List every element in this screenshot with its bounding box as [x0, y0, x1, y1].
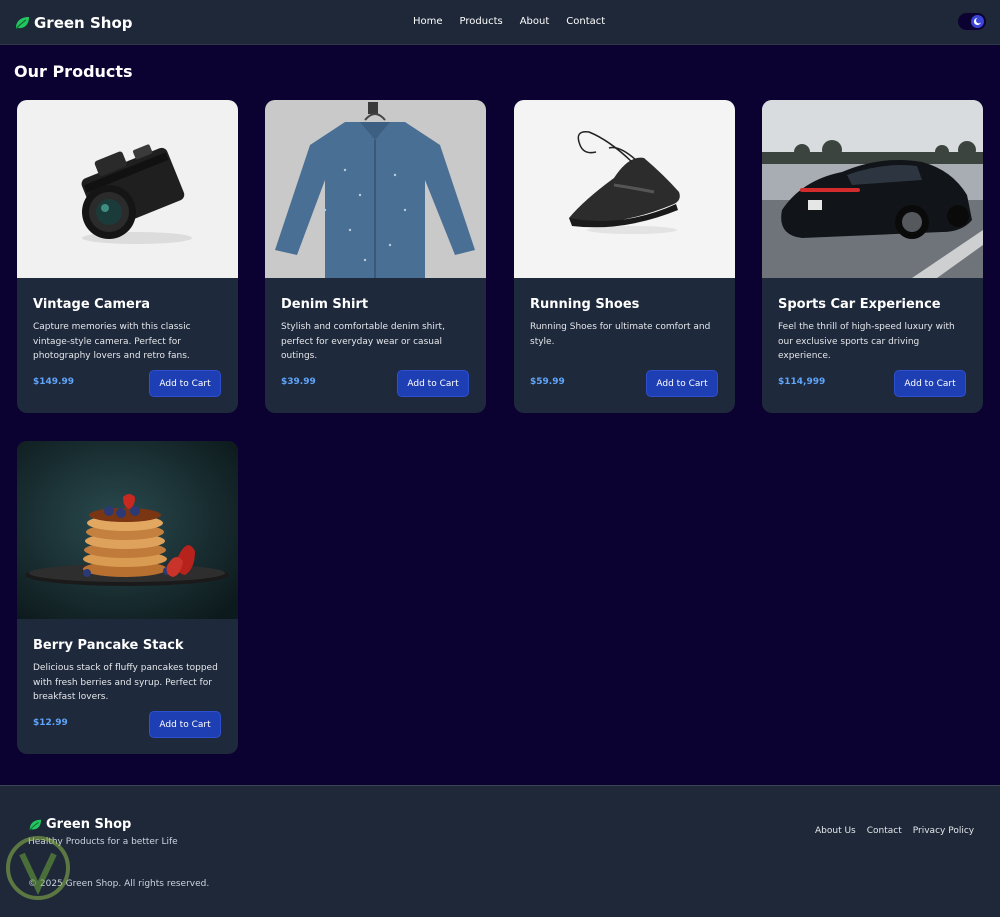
- product-price: $149.99: [33, 377, 74, 387]
- product-image: [265, 100, 486, 278]
- add-to-cart-button[interactable]: Add to Cart: [149, 370, 221, 397]
- product-title: Denim Shirt: [281, 297, 369, 312]
- footer: Green Shop Healthy Products for a better…: [0, 785, 1000, 917]
- product-card-denim-shirt: Denim Shirt Stylish and comfortable deni…: [265, 100, 486, 413]
- nav-link-contact[interactable]: Contact: [566, 16, 605, 27]
- product-description: Feel the thrill of high-speed luxury wit…: [778, 322, 955, 361]
- nav-link-products[interactable]: Products: [460, 16, 503, 27]
- product-card-vintage-camera: Vintage Camera Capture memories with thi…: [17, 100, 238, 413]
- moon-icon: [973, 17, 982, 26]
- footer-link-about-us[interactable]: About Us: [815, 826, 856, 836]
- nav-links: Home Products About Contact: [413, 16, 605, 27]
- product-card-sports-car: Sports Car Experience Feel the thrill of…: [762, 100, 983, 413]
- footer-links: About Us Contact Privacy Policy: [815, 826, 974, 836]
- product-image: [514, 100, 735, 278]
- product-description: Stylish and comfortable denim shirt, per…: [281, 322, 445, 361]
- brand-name: Green Shop: [34, 14, 133, 32]
- footer-link-privacy-policy[interactable]: Privacy Policy: [913, 826, 974, 836]
- toggle-knob: [971, 15, 984, 28]
- product-image: [762, 100, 983, 278]
- theme-toggle[interactable]: [958, 13, 986, 30]
- product-description: Running Shoes for ultimate comfort and s…: [530, 322, 711, 347]
- product-title: Berry Pancake Stack: [33, 638, 184, 653]
- product-title: Running Shoes: [530, 297, 640, 312]
- add-to-cart-button[interactable]: Add to Cart: [149, 711, 221, 738]
- page-title: Our Products: [14, 62, 133, 81]
- product-price: $12.99: [33, 718, 68, 728]
- leaf-icon: [15, 17, 29, 30]
- nav-link-about[interactable]: About: [520, 16, 550, 27]
- product-title: Sports Car Experience: [778, 297, 941, 312]
- product-image: [17, 100, 238, 278]
- watermark-logo: [6, 836, 70, 900]
- footer-link-contact[interactable]: Contact: [867, 826, 902, 836]
- product-price: $59.99: [530, 377, 565, 387]
- product-card-berry-pancake-stack: Berry Pancake Stack Delicious stack of f…: [17, 441, 238, 754]
- product-card-running-shoes: Running Shoes Running Shoes for ultimate…: [514, 100, 735, 413]
- product-description: Delicious stack of fluffy pancakes toppe…: [33, 663, 218, 702]
- product-image: [17, 441, 238, 619]
- product-description: Capture memories with this classic vinta…: [33, 322, 191, 361]
- add-to-cart-button[interactable]: Add to Cart: [894, 370, 966, 397]
- product-price: $114,999: [778, 377, 826, 387]
- add-to-cart-button[interactable]: Add to Cart: [646, 370, 718, 397]
- nav-link-home[interactable]: Home: [413, 16, 443, 27]
- product-title: Vintage Camera: [33, 297, 151, 312]
- product-price: $39.99: [281, 377, 316, 387]
- add-to-cart-button[interactable]: Add to Cart: [397, 370, 469, 397]
- navbar: Green Shop Home Products About Contact: [0, 0, 1000, 45]
- brand-logo[interactable]: Green Shop: [14, 12, 132, 34]
